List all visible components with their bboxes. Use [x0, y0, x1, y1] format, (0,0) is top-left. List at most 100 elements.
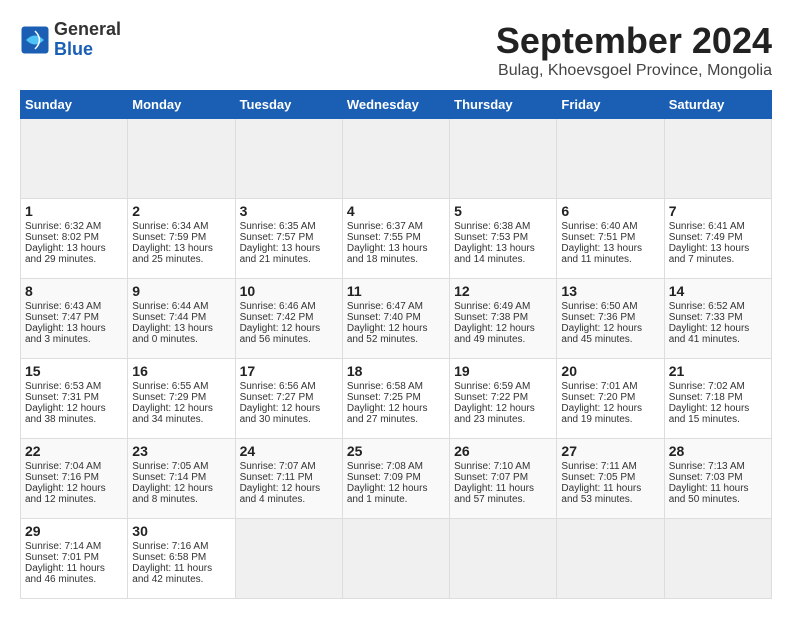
calendar-cell: 9Sunrise: 6:44 AMSunset: 7:44 PMDaylight… [128, 279, 235, 359]
sunrise-text: Sunrise: 7:11 AM [561, 461, 636, 472]
day-number: 26 [454, 443, 552, 459]
sunrise-text: Sunrise: 7:01 AM [561, 381, 637, 392]
day-of-week-header: Monday [128, 91, 235, 119]
calendar-cell: 23Sunrise: 7:05 AMSunset: 7:14 PMDayligh… [128, 439, 235, 519]
sunset-text: Sunset: 7:27 PM [240, 392, 314, 403]
calendar-cell: 8Sunrise: 6:43 AMSunset: 7:47 PMDaylight… [21, 279, 128, 359]
calendar-cell: 16Sunrise: 6:55 AMSunset: 7:29 PMDayligh… [128, 359, 235, 439]
calendar-cell: 21Sunrise: 7:02 AMSunset: 7:18 PMDayligh… [664, 359, 771, 439]
sunset-text: Sunset: 7:20 PM [561, 392, 635, 403]
day-number: 15 [25, 363, 123, 379]
daylight-text: Daylight: 13 hours and 21 minutes. [240, 243, 321, 265]
sunrise-text: Sunrise: 6:44 AM [132, 301, 208, 312]
sunset-text: Sunset: 8:02 PM [25, 232, 99, 243]
sunrise-text: Sunrise: 7:04 AM [25, 461, 101, 472]
day-number: 21 [669, 363, 767, 379]
calendar-cell [342, 119, 449, 199]
sunrise-text: Sunrise: 6:47 AM [347, 301, 423, 312]
sunrise-text: Sunrise: 7:05 AM [132, 461, 208, 472]
calendar-cell [128, 119, 235, 199]
day-number: 8 [25, 283, 123, 299]
sunset-text: Sunset: 7:47 PM [25, 312, 99, 323]
day-number: 20 [561, 363, 659, 379]
calendar-cell: 1Sunrise: 6:32 AMSunset: 8:02 PMDaylight… [21, 199, 128, 279]
sunrise-text: Sunrise: 6:32 AM [25, 221, 101, 232]
sunset-text: Sunset: 7:53 PM [454, 232, 528, 243]
calendar-cell [342, 519, 449, 599]
daylight-text: Daylight: 11 hours and 57 minutes. [454, 483, 534, 505]
sunrise-text: Sunrise: 7:07 AM [240, 461, 316, 472]
sunrise-text: Sunrise: 7:16 AM [132, 541, 208, 552]
day-number: 1 [25, 203, 123, 219]
daylight-text: Daylight: 11 hours and 46 minutes. [25, 563, 105, 585]
daylight-text: Daylight: 12 hours and 41 minutes. [669, 323, 750, 345]
sunset-text: Sunset: 7:57 PM [240, 232, 314, 243]
day-number: 27 [561, 443, 659, 459]
daylight-text: Daylight: 12 hours and 4 minutes. [240, 483, 321, 505]
sunset-text: Sunset: 7:16 PM [25, 472, 99, 483]
calendar-week-row [21, 119, 772, 199]
location-subtitle: Bulag, Khoevsgoel Province, Mongolia [496, 62, 772, 80]
sunrise-text: Sunrise: 6:58 AM [347, 381, 423, 392]
logo-blue: Blue [54, 40, 121, 60]
calendar-cell: 27 Sunrise: 7:11 AMSunset: 7:05 PMDayligh… [557, 439, 664, 519]
calendar-cell: 20 Sunrise: 7:01 AMSunset: 7:20 PMDayligh… [557, 359, 664, 439]
day-number: 4 [347, 203, 445, 219]
calendar-cell: 29Sunrise: 7:14 AMSunset: 7:01 PMDayligh… [21, 519, 128, 599]
calendar-cell: 24Sunrise: 7:07 AMSunset: 7:11 PMDayligh… [235, 439, 342, 519]
logo-text: General Blue [54, 20, 121, 60]
sunrise-text: Sunrise: 6:50 AM [561, 301, 637, 312]
sunset-text: Sunset: 7:59 PM [132, 232, 206, 243]
sunset-text: Sunset: 6:58 PM [132, 552, 206, 563]
day-of-week-header: Friday [557, 91, 664, 119]
daylight-text: Daylight: 12 hours and 30 minutes. [240, 403, 321, 425]
calendar-week-row: 15Sunrise: 6:53 AMSunset: 7:31 PMDayligh… [21, 359, 772, 439]
calendar-cell [557, 119, 664, 199]
daylight-text: Daylight: 12 hours and 19 minutes. [561, 403, 642, 425]
calendar-cell: 15Sunrise: 6:53 AMSunset: 7:31 PMDayligh… [21, 359, 128, 439]
sunset-text: Sunset: 7:03 PM [669, 472, 743, 483]
day-number: 12 [454, 283, 552, 299]
calendar-cell [450, 519, 557, 599]
sunrise-text: Sunrise: 6:37 AM [347, 221, 423, 232]
sunrise-text: Sunrise: 6:38 AM [454, 221, 530, 232]
daylight-text: Daylight: 13 hours and 7 minutes. [669, 243, 750, 265]
daylight-text: Daylight: 11 hours and 53 minutes. [561, 483, 641, 505]
calendar-cell: 10Sunrise: 6:46 AMSunset: 7:42 PMDayligh… [235, 279, 342, 359]
sunrise-text: Sunrise: 7:14 AM [25, 541, 101, 552]
daylight-text: Daylight: 12 hours and 34 minutes. [132, 403, 213, 425]
month-title: September 2024 [496, 20, 772, 62]
calendar-cell: 2Sunrise: 6:34 AMSunset: 7:59 PMDaylight… [128, 199, 235, 279]
day-number: 24 [240, 443, 338, 459]
daylight-text: Daylight: 12 hours and 8 minutes. [132, 483, 213, 505]
day-number: 9 [132, 283, 230, 299]
sunrise-text: Sunrise: 6:49 AM [454, 301, 530, 312]
sunset-text: Sunset: 7:05 PM [561, 472, 635, 483]
sunrise-text: Sunrise: 6:46 AM [240, 301, 316, 312]
sunset-text: Sunset: 7:07 PM [454, 472, 528, 483]
page-header: General Blue September 2024 Bulag, Khoev… [20, 20, 772, 80]
sunset-text: Sunset: 7:01 PM [25, 552, 99, 563]
day-number: 11 [347, 283, 445, 299]
sunrise-text: Sunrise: 6:43 AM [25, 301, 101, 312]
calendar-cell: 4Sunrise: 6:37 AMSunset: 7:55 PMDaylight… [342, 199, 449, 279]
day-number: 25 [347, 443, 445, 459]
sunset-text: Sunset: 7:31 PM [25, 392, 99, 403]
calendar-cell: 5Sunrise: 6:38 AMSunset: 7:53 PMDaylight… [450, 199, 557, 279]
day-number: 22 [25, 443, 123, 459]
sunrise-text: Sunrise: 7:08 AM [347, 461, 423, 472]
calendar-cell [664, 119, 771, 199]
sunrise-text: Sunrise: 6:34 AM [132, 221, 208, 232]
calendar-cell [664, 519, 771, 599]
sunset-text: Sunset: 7:36 PM [561, 312, 635, 323]
day-number: 30 [132, 523, 230, 539]
calendar-cell [450, 119, 557, 199]
daylight-text: Daylight: 13 hours and 25 minutes. [132, 243, 213, 265]
day-of-week-header: Tuesday [235, 91, 342, 119]
logo-general: General [54, 20, 121, 40]
day-number: 6 [561, 203, 659, 219]
calendar-cell [235, 519, 342, 599]
daylight-text: Daylight: 13 hours and 18 minutes. [347, 243, 428, 265]
daylight-text: Daylight: 13 hours and 14 minutes. [454, 243, 535, 265]
sunset-text: Sunset: 7:38 PM [454, 312, 528, 323]
